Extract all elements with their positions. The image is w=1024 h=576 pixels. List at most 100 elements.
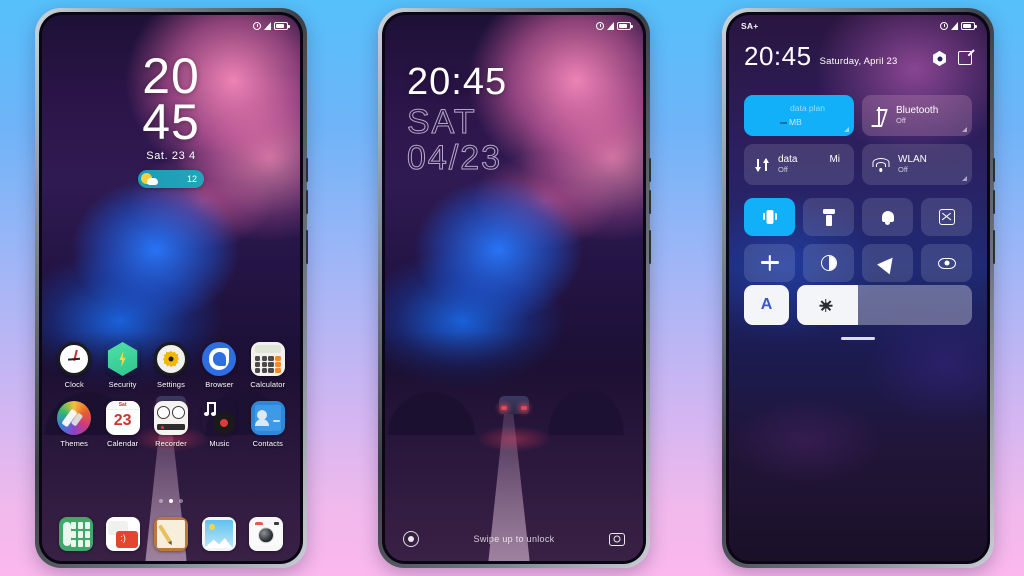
alarm-icon (253, 22, 261, 30)
page-dot-active[interactable] (169, 499, 173, 503)
lockscreen-bottom-bar: Swipe up to unlock (385, 531, 643, 547)
app-label: Themes (60, 439, 89, 448)
status-bar-icons (596, 22, 633, 30)
app-calculator[interactable]: Calculator (244, 342, 292, 389)
toggle-screenshot[interactable] (921, 198, 972, 236)
power-button[interactable] (993, 230, 995, 264)
toggle-airplane-mode[interactable] (744, 244, 795, 282)
tile-wlan[interactable]: WLAN Off (862, 144, 972, 185)
app-label: Calendar (106, 439, 139, 448)
drag-handle[interactable] (841, 337, 875, 340)
phone3-bezel: SA+ 20:45 Saturday, April 23 data plan M… (726, 12, 990, 564)
clock-widget[interactable]: 20 45 Sat. 23 4 12 (42, 51, 300, 188)
toggle-dark-mode[interactable] (803, 244, 854, 282)
page-indicator (42, 499, 300, 503)
settings-app-icon (153, 342, 188, 376)
status-bar (385, 15, 643, 37)
dock (42, 517, 300, 551)
app-browser[interactable]: Browser (195, 342, 243, 389)
screenshot-icon (938, 209, 955, 225)
tile-title: data plan (790, 103, 825, 113)
clock-date: Sat. 23 4 (146, 150, 196, 162)
power-button[interactable] (306, 230, 308, 264)
tile-mobile-data[interactable]: data Off Mi (744, 144, 854, 185)
tile-expand-corner[interactable] (962, 176, 967, 181)
tile-bluetooth[interactable]: Bluetooth Off (862, 95, 972, 136)
messages-app-icon[interactable] (106, 517, 141, 551)
toggle-eye-comfort[interactable] (921, 244, 972, 282)
wifi-icon (872, 157, 890, 172)
wallpaper-car-glow (477, 425, 551, 452)
status-bar-icons (940, 22, 977, 30)
app-label: Recorder (155, 439, 187, 448)
battery-icon (617, 22, 633, 30)
edit-icon[interactable] (958, 51, 972, 65)
control-center-header-icons (932, 51, 972, 69)
bluetooth-icon (872, 106, 888, 125)
volume-up-button[interactable] (993, 158, 995, 182)
app-label: Browser (205, 380, 234, 389)
app-security[interactable]: Security (98, 342, 146, 389)
phone-home-screen: 20 45 Sat. 23 4 12 Clock Security Settin… (35, 8, 308, 568)
status-bar (42, 15, 300, 37)
sun-icon (819, 298, 832, 312)
camera-app-icon[interactable] (249, 517, 284, 551)
recorder-app-icon (153, 401, 188, 435)
phone-control-center: SA+ 20:45 Saturday, April 23 data plan M… (722, 8, 995, 568)
toggle-ringer[interactable] (862, 198, 913, 236)
camera-icon[interactable] (608, 532, 625, 546)
app-grid: Clock Security Settings Browser Calculat… (42, 342, 300, 448)
page-dot[interactable] (179, 499, 183, 503)
tile-value: MB (780, 117, 802, 127)
control-center-date: Saturday, April 23 (819, 56, 898, 67)
phone-lock-screen: 20:45 SAT 04/23 Swipe up to unlock (378, 8, 651, 568)
volume-down-button[interactable] (993, 190, 995, 214)
tile-status: Off (778, 164, 788, 174)
calendar-day: 23 (113, 412, 132, 429)
app-contacts[interactable]: Contacts (244, 401, 292, 448)
phone-app-icon[interactable] (58, 517, 93, 551)
app-themes[interactable]: Themes (50, 401, 98, 448)
gallery-app-icon[interactable] (201, 517, 236, 551)
app-clock[interactable]: Clock (50, 342, 98, 389)
volume-down-button[interactable] (649, 190, 651, 214)
brightness-row: A (744, 285, 972, 325)
app-calendar[interactable]: Sat 23 Calendar (98, 401, 146, 448)
calendar-app-icon: Sat 23 (105, 401, 140, 435)
contacts-app-icon (250, 401, 285, 435)
status-bar: SA+ (729, 15, 987, 37)
wallpaper-car (499, 395, 529, 414)
lockscreen-clock: 20:45 SAT 04/23 (406, 63, 507, 176)
settings-hex-icon[interactable] (932, 51, 947, 66)
app-label: Calculator (250, 380, 286, 389)
volume-down-button[interactable] (306, 190, 308, 214)
alarm-icon (596, 22, 604, 30)
signal-icon (951, 22, 958, 30)
control-center-header: 20:45 Saturday, April 23 (744, 43, 972, 69)
tile-expand-corner[interactable] (962, 127, 967, 132)
app-settings[interactable]: Settings (147, 342, 195, 389)
page-dot[interactable] (159, 499, 163, 503)
toggle-location[interactable] (862, 244, 913, 282)
toggle-vibrate[interactable] (744, 198, 795, 236)
weather-widget[interactable]: 12 (138, 170, 204, 188)
app-music[interactable]: Music (195, 401, 243, 448)
notes-app-icon[interactable] (153, 517, 188, 551)
power-button[interactable] (649, 230, 651, 264)
tile-data-plan[interactable]: data plan MB (744, 95, 854, 136)
tile-extra-label: Mi (829, 154, 840, 165)
security-app-icon (106, 342, 140, 376)
tile-expand-corner[interactable] (844, 127, 849, 132)
volume-up-button[interactable] (306, 158, 308, 182)
toggle-flashlight[interactable] (803, 198, 854, 236)
contrast-icon (820, 255, 837, 271)
app-label: Clock (64, 380, 84, 389)
app-recorder[interactable]: Recorder (147, 401, 195, 448)
brightness-slider[interactable] (797, 285, 972, 325)
calendar-weekday: Sat (118, 402, 127, 408)
auto-brightness-button[interactable]: A (744, 285, 789, 325)
alarm-icon (940, 22, 948, 30)
record-circle-icon[interactable] (403, 531, 419, 547)
app-label: Contacts (252, 439, 283, 448)
volume-up-button[interactable] (649, 158, 651, 182)
